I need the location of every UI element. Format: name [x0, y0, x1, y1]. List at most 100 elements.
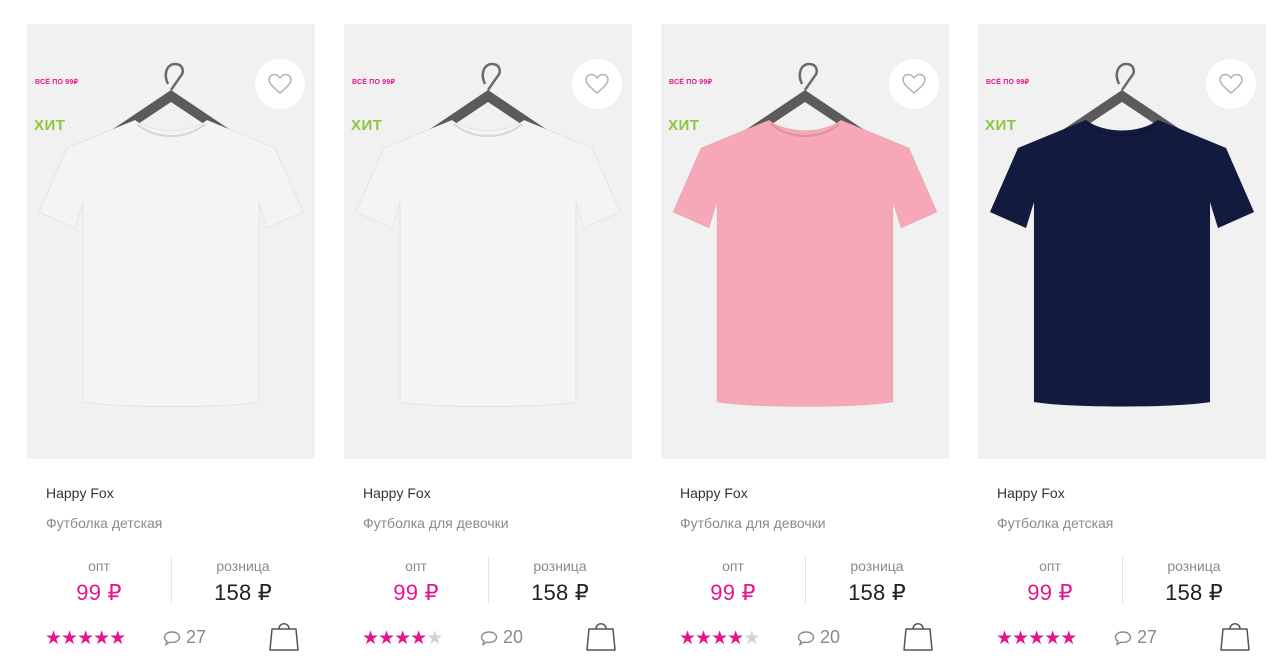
- rating-stars: ★★★★★: [362, 628, 443, 650]
- star-icon: ★: [695, 628, 712, 649]
- retail-price: розница 158 ₽: [171, 550, 315, 606]
- heart-icon: [585, 73, 609, 94]
- price-block: опт 99 ₽ розница 158 ₽: [978, 550, 1266, 610]
- star-icon: ★: [711, 628, 728, 649]
- favorite-button[interactable]: [1206, 59, 1256, 109]
- star-icon: ★: [727, 628, 744, 649]
- rating-stars: ★★★★★: [45, 628, 126, 650]
- rating-stars: ★★★★★: [996, 628, 1077, 650]
- product-brand[interactable]: Happy Fox: [680, 485, 748, 501]
- rating-stars: ★★★★★: [679, 628, 760, 650]
- wholesale-value: 99 ₽: [76, 580, 122, 605]
- product-card[interactable]: ВСЁ ПО 99₽ ХИТ Happy Fox Футболка для де…: [344, 0, 632, 672]
- product-photo[interactable]: ВСЁ ПО 99₽ ХИТ: [978, 24, 1266, 459]
- star-icon: ★: [1012, 628, 1029, 649]
- favorite-button[interactable]: [255, 59, 305, 109]
- retail-value: 158 ₽: [1165, 580, 1223, 605]
- product-photo[interactable]: ВСЁ ПО 99₽ ХИТ: [344, 24, 632, 459]
- wholesale-price: опт 99 ₽: [27, 550, 171, 606]
- product-card[interactable]: ВСЁ ПО 99₽ ХИТ Happy Fox Футболка детска…: [978, 0, 1266, 672]
- product-brand[interactable]: Happy Fox: [997, 485, 1065, 501]
- favorite-button[interactable]: [572, 59, 622, 109]
- comment-icon: [1114, 630, 1132, 646]
- reviews-count: 20: [503, 627, 524, 647]
- product-title[interactable]: Футболка детская: [46, 515, 162, 531]
- shopping-bag-icon[interactable]: [1220, 618, 1250, 652]
- tshirt-body: [989, 119, 1255, 407]
- hanger-hook: [164, 62, 184, 91]
- comment-icon: [797, 630, 815, 646]
- hit-badge: ХИТ: [985, 117, 1017, 134]
- product-grid: ВСЁ ПО 99₽ ХИТ Happy Fox Футболка детска…: [0, 0, 1280, 672]
- tshirt-body: [672, 119, 938, 407]
- wholesale-value: 99 ₽: [710, 580, 756, 605]
- star-icon: ★: [77, 628, 94, 649]
- star-icon: ★: [996, 628, 1013, 649]
- retail-price: розница 158 ₽: [805, 550, 949, 606]
- product-card[interactable]: ВСЁ ПО 99₽ ХИТ Happy Fox Футболка для де…: [661, 0, 949, 672]
- retail-label: розница: [216, 558, 270, 574]
- star-icon: ★: [362, 628, 379, 649]
- star-icon: ★: [61, 628, 78, 649]
- retail-label: розница: [1167, 558, 1221, 574]
- retail-price: розница 158 ₽: [1122, 550, 1266, 606]
- heart-icon: [1219, 73, 1243, 94]
- shopping-bag-icon[interactable]: [586, 618, 616, 652]
- wholesale-price: опт 99 ₽: [978, 550, 1122, 606]
- reviews-count: 27: [1137, 627, 1158, 647]
- star-icon: ★: [1060, 628, 1077, 649]
- product-title[interactable]: Футболка для девочки: [680, 515, 826, 531]
- hit-badge: ХИТ: [668, 117, 700, 134]
- hit-badge: ХИТ: [351, 117, 383, 134]
- star-icon: ★: [679, 628, 696, 649]
- star-icon: ★: [1028, 628, 1045, 649]
- product-brand[interactable]: Happy Fox: [363, 485, 431, 501]
- comment-icon: [163, 630, 181, 646]
- promo-badge: ВСЁ ПО 99₽: [669, 79, 713, 86]
- product-photo[interactable]: ВСЁ ПО 99₽ ХИТ: [27, 24, 315, 459]
- shopping-bag-icon[interactable]: [269, 618, 299, 652]
- star-icon: ★: [93, 628, 110, 649]
- star-icon: ★: [1044, 628, 1061, 649]
- tshirt-body: [38, 119, 304, 407]
- wholesale-label: опт: [1039, 558, 1061, 574]
- product-title[interactable]: Футболка для девочки: [363, 515, 509, 531]
- reviews-link[interactable]: 20: [480, 627, 523, 648]
- promo-badge: ВСЁ ПО 99₽: [352, 79, 396, 86]
- hanger-hook: [1115, 62, 1135, 91]
- product-title[interactable]: Футболка детская: [997, 515, 1113, 531]
- hanger-hook: [798, 62, 818, 91]
- retail-value: 158 ₽: [848, 580, 906, 605]
- wholesale-value: 99 ₽: [1027, 580, 1073, 605]
- favorite-button[interactable]: [889, 59, 939, 109]
- reviews-link[interactable]: 27: [1114, 627, 1157, 648]
- star-icon: ★: [109, 628, 126, 649]
- promo-badge: ВСЁ ПО 99₽: [986, 79, 1030, 86]
- heart-icon: [268, 73, 292, 94]
- shopping-bag-icon[interactable]: [903, 618, 933, 652]
- wholesale-price: опт 99 ₽: [661, 550, 805, 606]
- product-card[interactable]: ВСЁ ПО 99₽ ХИТ Happy Fox Футболка детска…: [27, 0, 315, 672]
- promo-badge: ВСЁ ПО 99₽: [35, 79, 79, 86]
- product-brand[interactable]: Happy Fox: [46, 485, 114, 501]
- hit-badge: ХИТ: [34, 117, 66, 134]
- retail-price: розница 158 ₽: [488, 550, 632, 606]
- reviews-count: 20: [820, 627, 841, 647]
- reviews-link[interactable]: 20: [797, 627, 840, 648]
- price-block: опт 99 ₽ розница 158 ₽: [661, 550, 949, 610]
- product-photo[interactable]: ВСЁ ПО 99₽ ХИТ: [661, 24, 949, 459]
- star-icon: ★: [426, 628, 443, 649]
- heart-icon: [902, 73, 926, 94]
- star-icon: ★: [410, 628, 427, 649]
- retail-value: 158 ₽: [531, 580, 589, 605]
- star-icon: ★: [45, 628, 62, 649]
- comment-icon: [480, 630, 498, 646]
- hanger-hook: [481, 62, 501, 91]
- price-block: опт 99 ₽ розница 158 ₽: [344, 550, 632, 610]
- wholesale-label: опт: [405, 558, 427, 574]
- tshirt-body: [355, 119, 621, 407]
- retail-label: розница: [850, 558, 904, 574]
- star-icon: ★: [394, 628, 411, 649]
- wholesale-value: 99 ₽: [393, 580, 439, 605]
- reviews-link[interactable]: 27: [163, 627, 206, 648]
